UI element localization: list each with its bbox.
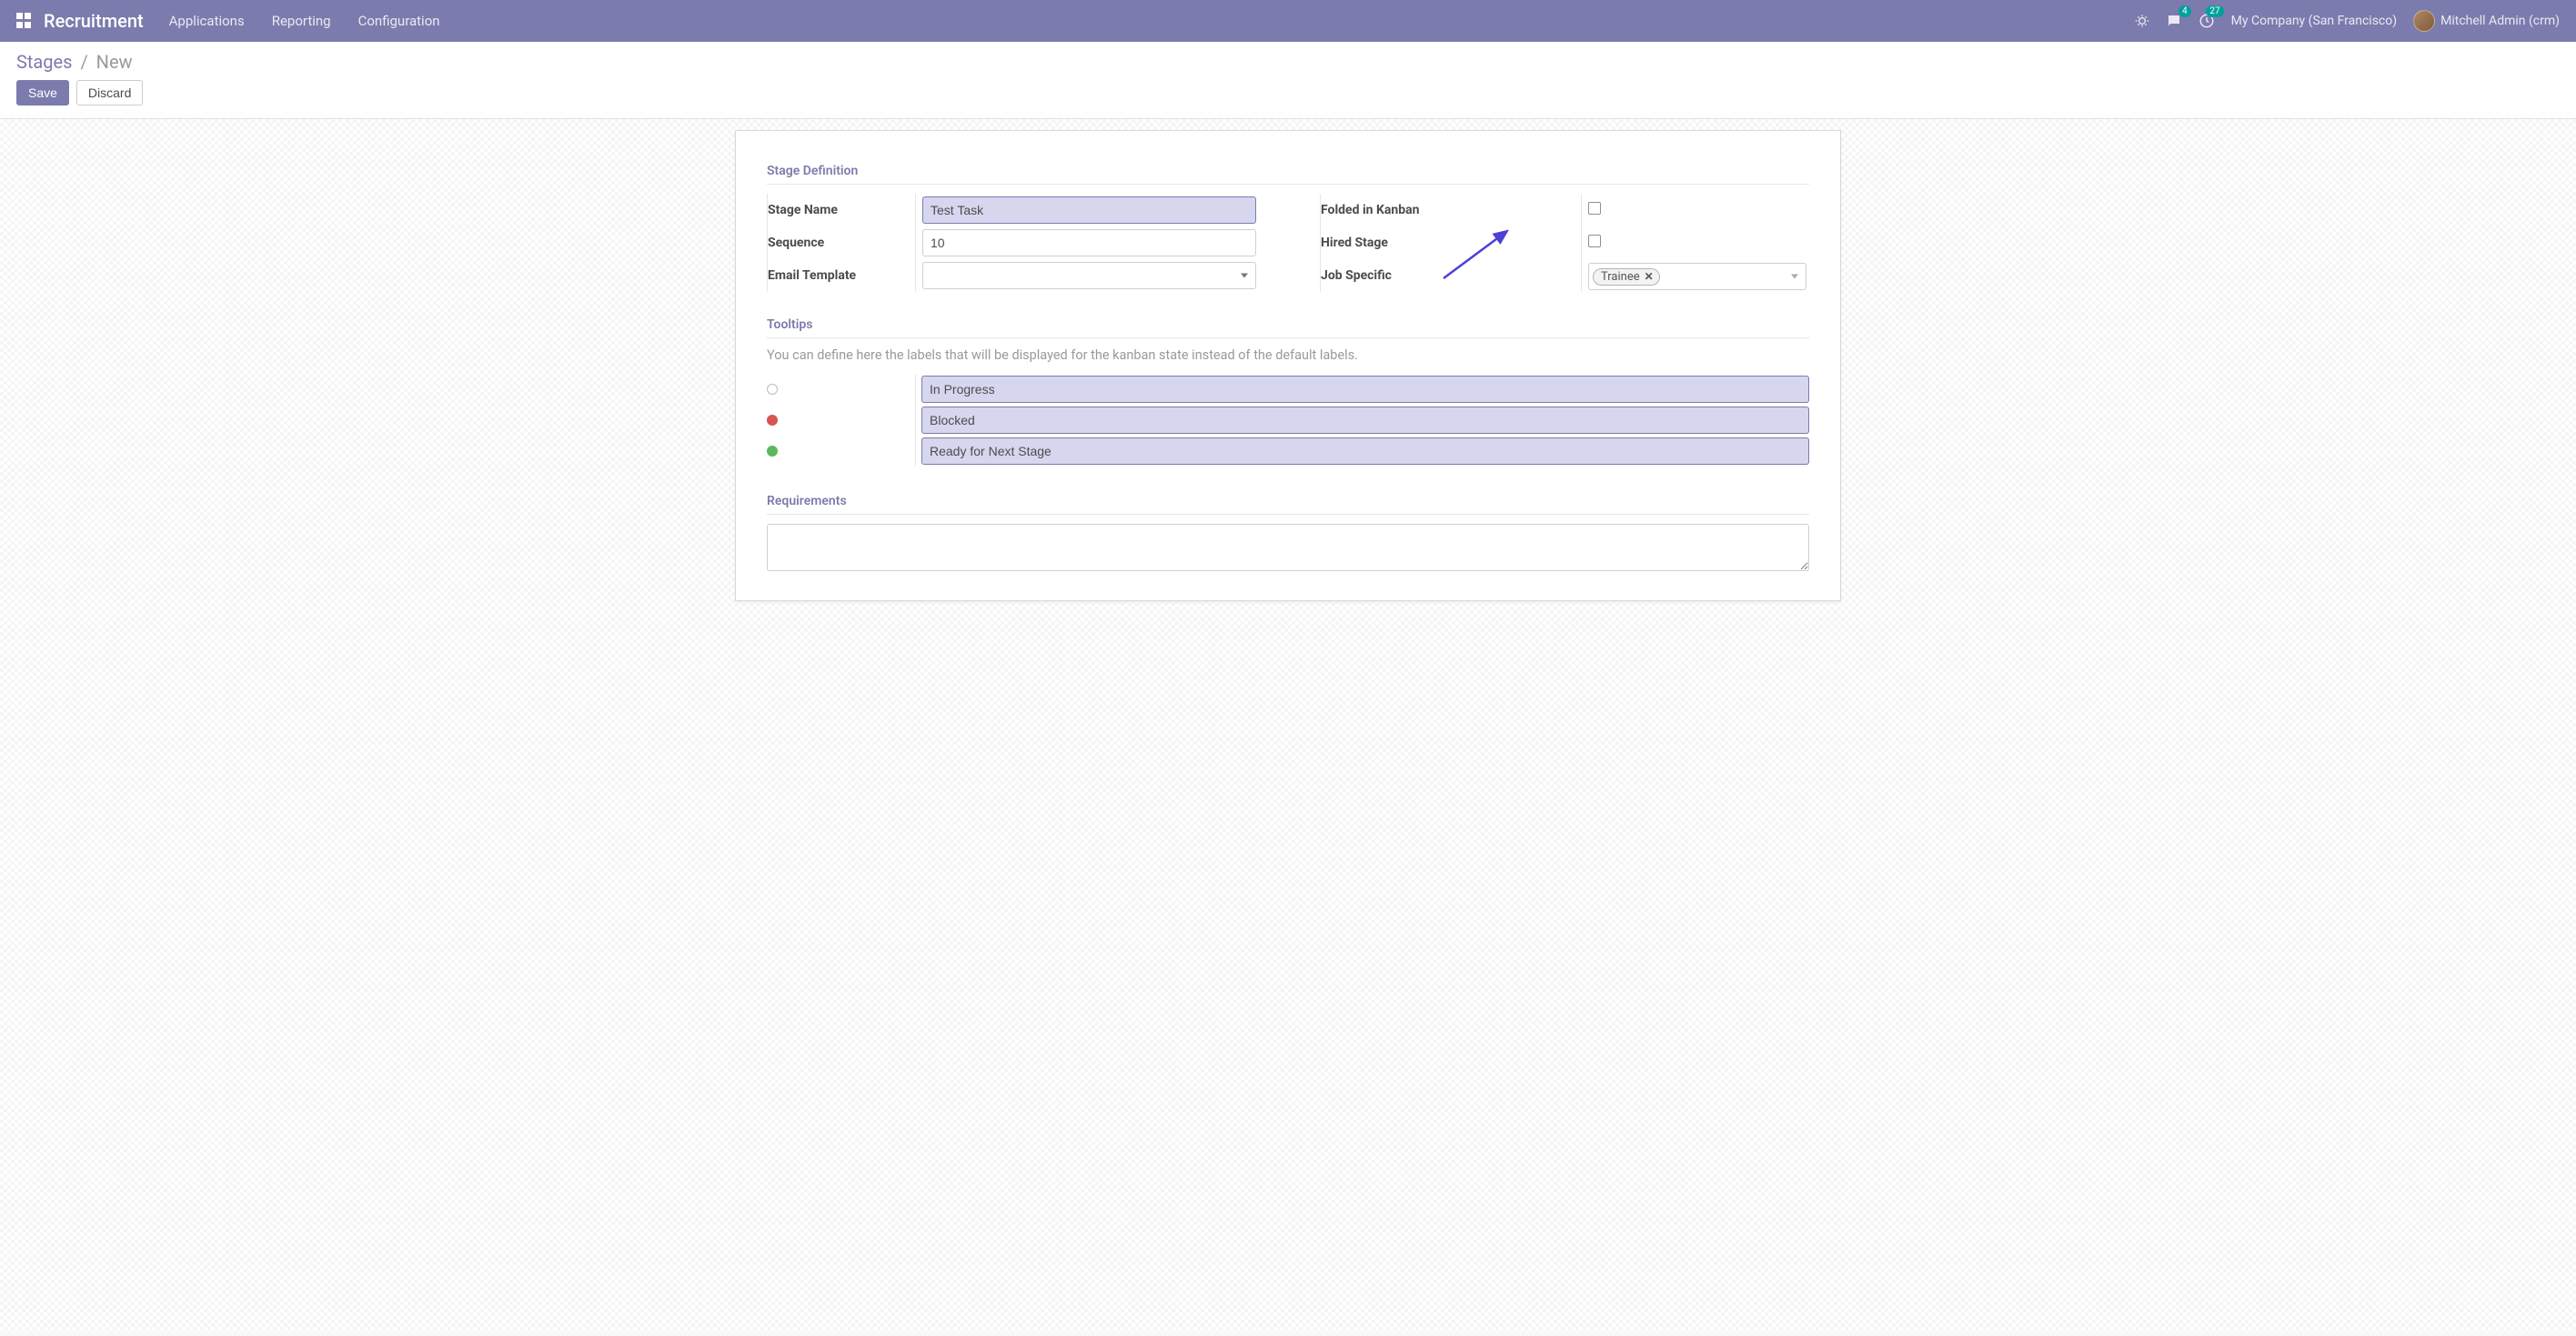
form-sheet: Stage Definition Stage Name Sequence Ema… [735,130,1841,601]
messages-badge: 4 [2179,5,2191,17]
debug-icon[interactable] [2135,14,2149,28]
company-switcher[interactable]: My Company (San Francisco) [2231,14,2397,28]
chevron-down-icon [1241,274,1248,278]
select-job-specific[interactable]: Trainee ✕ [1588,263,1806,290]
section-tooltips-title: Tooltips [767,317,1809,332]
label-stage-name: Stage Name [768,197,922,223]
divider [767,184,1809,185]
section-requirements-title: Requirements [767,494,1809,508]
kanban-dot-done-icon [767,446,778,457]
top-nav: Applications Reporting Configuration [169,13,440,29]
save-button[interactable]: Save [16,80,69,105]
checkbox-hired[interactable] [1588,235,1601,247]
label-job-specific: Job Specific [1321,263,1588,288]
kanban-dot-normal-icon [767,384,778,395]
activities-icon[interactable]: 27 [2199,13,2215,29]
label-sequence: Sequence [768,230,922,256]
discard-button[interactable]: Discard [76,80,143,105]
kanban-dot-blocked-icon [767,415,778,426]
textarea-requirements[interactable] [767,524,1809,571]
checkbox-folded[interactable] [1588,202,1601,215]
user-menu[interactable]: Mitchell Admin (crm) [2413,10,2560,32]
label-folded: Folded in Kanban [1321,197,1588,223]
input-tooltip-blocked[interactable] [921,407,1809,434]
input-sequence[interactable] [922,229,1256,256]
input-tooltip-normal[interactable] [921,376,1809,403]
breadcrumb-current: New [96,51,133,73]
control-panel: Stages / New Save Discard [0,42,2576,119]
messages-icon[interactable]: 4 [2166,13,2182,29]
breadcrumb-separator: / [80,51,87,73]
select-email-template[interactable] [922,262,1256,289]
top-bar: Recruitment Applications Reporting Confi… [0,0,2576,42]
nav-configuration[interactable]: Configuration [358,13,440,29]
user-name: Mitchell Admin (crm) [2440,14,2560,28]
tag-job: Trainee ✕ [1593,268,1660,286]
activities-badge: 27 [2206,5,2223,17]
section-stage-definition-title: Stage Definition [767,164,1809,178]
breadcrumb: Stages / New [16,51,2560,73]
breadcrumb-parent[interactable]: Stages [16,51,72,73]
input-stage-name[interactable] [922,196,1256,224]
avatar [2413,10,2435,32]
nav-reporting[interactable]: Reporting [272,13,331,29]
tag-remove-icon[interactable]: ✕ [1645,270,1654,283]
divider [767,337,1809,338]
chevron-down-icon [1791,275,1798,279]
divider [767,514,1809,515]
tag-job-label: Trainee [1601,270,1640,284]
label-hired: Hired Stage [1321,230,1588,256]
page-body: Stage Definition Stage Name Sequence Ema… [0,119,2576,1331]
app-brand[interactable]: Recruitment [44,10,144,32]
nav-applications[interactable]: Applications [169,13,245,29]
apps-icon[interactable] [16,13,33,29]
input-tooltip-done[interactable] [921,437,1809,465]
tooltips-help: You can define here the labels that will… [767,347,1809,363]
label-email-template: Email Template [768,263,922,288]
